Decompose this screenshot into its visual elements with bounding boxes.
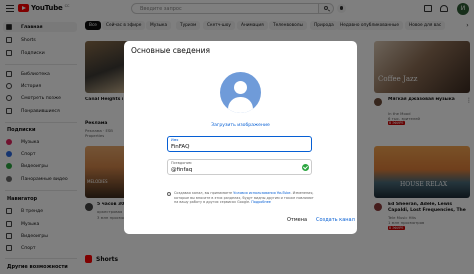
terms-text: Создавая канал, вы принимаете — [174, 191, 234, 195]
learn-more-link[interactable]: Подробнее — [251, 200, 271, 204]
name-field-label: Имя — [171, 138, 179, 142]
person-head — [234, 81, 247, 94]
create-channel-button[interactable]: Создать канал — [316, 217, 355, 223]
handle-field-label: Псевдоним — [171, 161, 192, 165]
profile-picture-placeholder — [220, 72, 261, 113]
create-channel-dialog: Основные сведения Загрузить изображение … — [124, 41, 357, 234]
check-icon — [302, 164, 309, 171]
upload-image-link[interactable]: Загрузить изображение — [124, 123, 357, 128]
handle-field[interactable]: Псевдоним — [167, 159, 312, 175]
cancel-button[interactable]: Отмена — [287, 217, 307, 223]
person-body — [228, 97, 253, 113]
terms-notice: Создавая канал, вы принимаете Условия ис… — [174, 191, 316, 205]
name-input[interactable] — [171, 143, 299, 151]
name-field[interactable]: Имя — [167, 136, 312, 152]
terms-link[interactable]: Условия использования YouTube — [233, 191, 290, 195]
handle-input[interactable] — [171, 166, 299, 174]
info-icon — [167, 192, 171, 196]
dialog-title: Основные сведения — [131, 46, 211, 55]
